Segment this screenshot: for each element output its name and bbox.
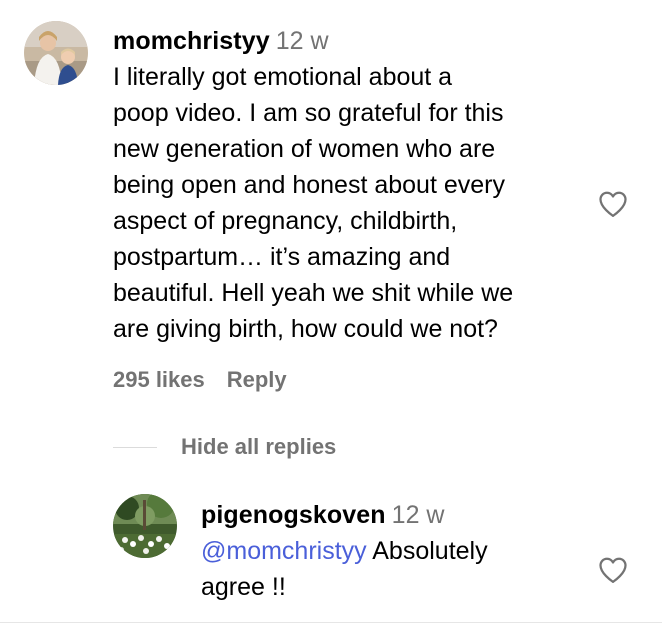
- comment-text-line: poop video. I am so grateful for this: [113, 99, 504, 127]
- replies-divider-line: [113, 446, 157, 448]
- avatar-momchristyy[interactable]: [24, 21, 88, 85]
- heart-outline-icon: [599, 191, 627, 217]
- avatar-photo: [113, 494, 177, 558]
- reply-username[interactable]: pigenogskoven: [201, 501, 386, 529]
- comment-text-line: new generation of women who are: [113, 135, 496, 163]
- comment-header: momchristyy 12 w: [113, 26, 329, 60]
- reply-text: @momchristyy Absolutely agree !!: [201, 533, 581, 605]
- comment-actions: 295 likes Reply: [113, 366, 287, 394]
- reply-text-line: agree !!: [201, 573, 286, 601]
- comment-text-line: I literally got emotional about a: [113, 63, 453, 91]
- heart-outline-icon: [599, 557, 627, 583]
- like-comment-button[interactable]: [598, 190, 628, 218]
- bottom-divider: [0, 622, 662, 623]
- avatar-photo: [24, 21, 88, 85]
- avatar-pigenogskoven[interactable]: [113, 494, 177, 558]
- comment-text-line: are giving birth, how could we not?: [113, 315, 498, 343]
- reply-header: pigenogskoven 12 w: [201, 500, 444, 534]
- reply-text-fragment: Absolutely: [372, 537, 488, 565]
- comment-likes-count[interactable]: 295 likes: [113, 367, 205, 392]
- comment-text-line: beautiful. Hell yeah we shit while we: [113, 279, 514, 307]
- hide-replies-label: Hide all replies: [181, 434, 337, 459]
- comment-text-line: being open and honest about every: [113, 171, 505, 199]
- comment-text: I literally got emotional about a poop v…: [113, 59, 593, 347]
- comment-username[interactable]: momchristyy: [113, 27, 270, 55]
- reply-button[interactable]: Reply: [227, 367, 287, 392]
- comment-timestamp[interactable]: 12 w: [276, 27, 329, 55]
- like-reply-button[interactable]: [598, 556, 628, 584]
- comment-text-line: postpartum… it’s amazing and: [113, 243, 451, 271]
- reply-timestamp[interactable]: 12 w: [392, 501, 445, 529]
- mention-link[interactable]: @momchristyy: [201, 537, 367, 565]
- comment-text-line: aspect of pregnancy, childbirth,: [113, 207, 458, 235]
- hide-replies-toggle[interactable]: Hide all replies: [113, 432, 336, 462]
- reply-text-line: @momchristyy Absolutely: [201, 533, 581, 569]
